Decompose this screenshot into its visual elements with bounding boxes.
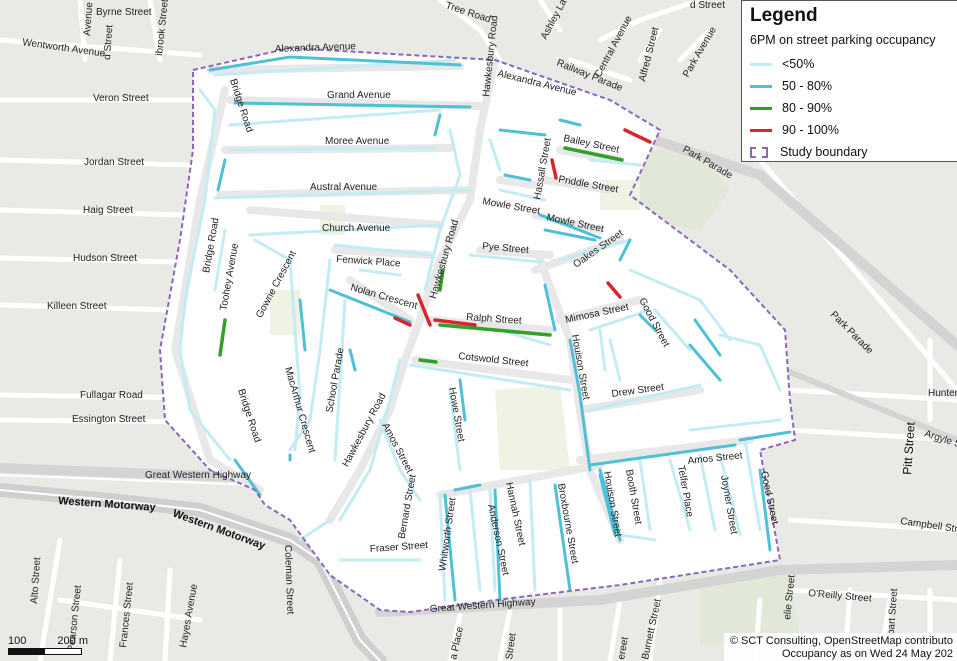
legend-item-boundary: Study boundary <box>750 141 957 163</box>
legend-label: 90 - 100% <box>782 123 839 137</box>
legend-label: 50 - 80% <box>782 79 833 93</box>
legend-swatch <box>750 84 772 88</box>
scale-end: 200 m <box>57 635 88 647</box>
legend: Legend 6PM on street parking occupancy <… <box>741 0 957 162</box>
attribution: © SCT Consulting, OpenStreetMap contribu… <box>723 633 957 661</box>
label-gwh-top: Great Western Highway <box>145 470 251 481</box>
legend-title: Legend <box>750 5 818 26</box>
label-byrne: Byrne Street <box>96 7 152 18</box>
map-canvas[interactable]: Byrne Street Wentworth Avenue Veron Stre… <box>0 0 957 661</box>
label-grand: Grand Avenue <box>327 90 391 101</box>
label-hudson: Hudson Street <box>73 253 137 264</box>
legend-item-lt50: <50% <box>750 53 957 75</box>
label-jordan: Jordan Street <box>84 157 144 168</box>
scale-bar: 100 200 m <box>8 635 88 655</box>
legend-item-80-90: 80 - 90% <box>750 97 957 119</box>
legend-swatch <box>750 128 772 132</box>
legend-label: <50% <box>782 57 815 71</box>
label-moree: Moree Avenue <box>325 136 390 147</box>
label-fullagar: Fullagar Road <box>80 390 143 401</box>
label-haig: Haig Street <box>83 205 133 216</box>
legend-swatch <box>750 106 772 110</box>
scale-start: 100 <box>8 635 27 647</box>
scale-bar-graphic <box>8 648 82 655</box>
attribution-line1: © SCT Consulting, OpenStreetMap contribu… <box>729 635 953 647</box>
label-street-tl2: d Street <box>690 0 725 11</box>
legend-swatch <box>750 62 772 66</box>
label-essington: Essington Street <box>72 414 146 425</box>
legend-label: Study boundary <box>780 145 868 159</box>
attribution-line2: Occupancy as on Wed 24 May 202 <box>781 648 953 660</box>
label-hunter: Hunter <box>928 388 957 399</box>
legend-boundary-swatch <box>750 146 768 158</box>
legend-subtitle: 6PM on street parking occupancy <box>750 33 936 47</box>
label-killeen: Killeen Street <box>47 301 107 312</box>
label-austral: Austral Avenue <box>310 182 378 193</box>
legend-item-90-100: 90 - 100% <box>750 119 957 141</box>
legend-item-50-80: 50 - 80% <box>750 75 957 97</box>
label-church: Church Avenue <box>322 223 391 234</box>
park <box>495 385 570 470</box>
label-veron: Veron Street <box>93 93 149 104</box>
legend-label: 80 - 90% <box>782 101 833 115</box>
